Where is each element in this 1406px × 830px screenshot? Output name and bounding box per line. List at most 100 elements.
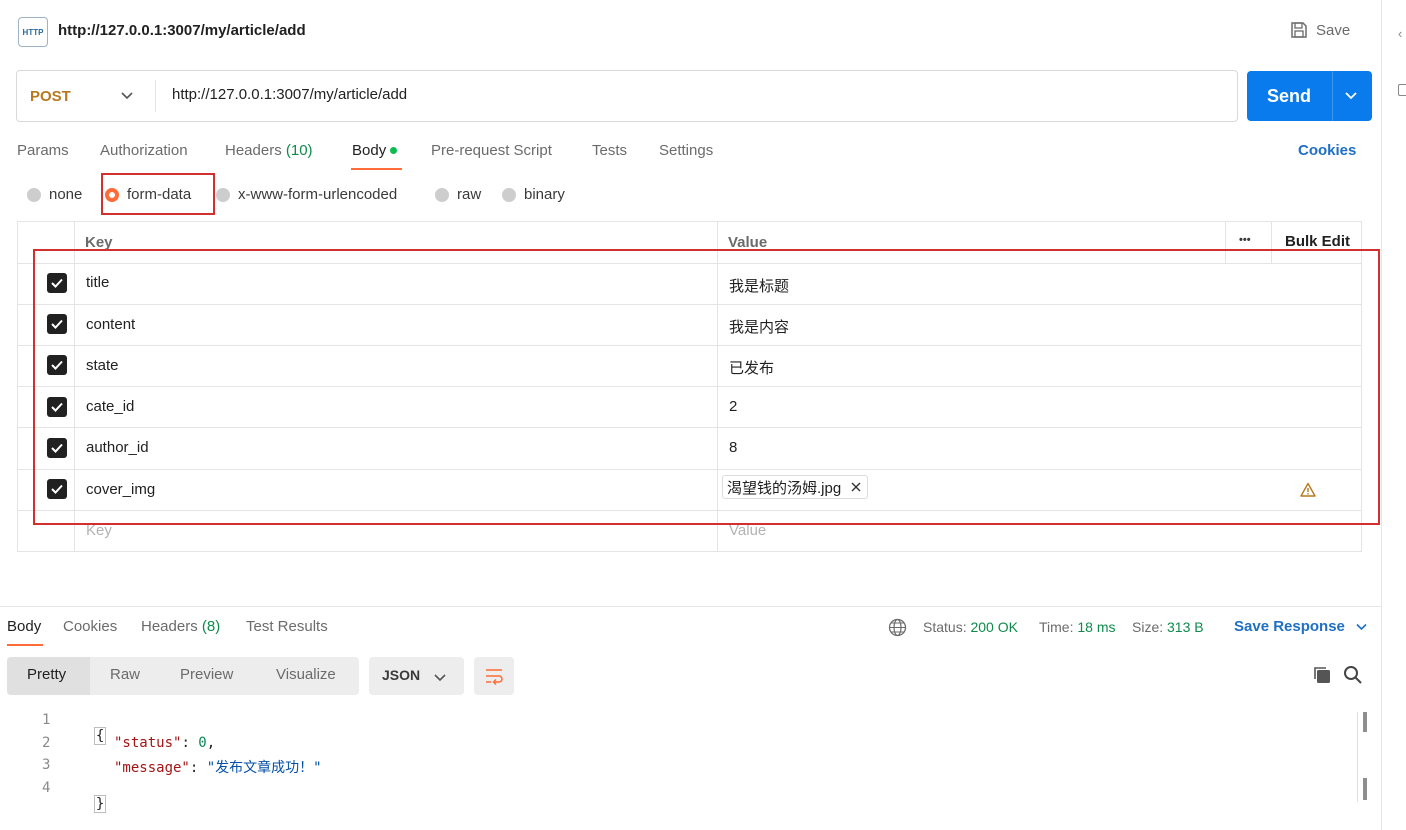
file-name: 渴望钱的汤姆.jpg: [727, 479, 842, 497]
documentation-icon[interactable]: [1398, 84, 1406, 96]
search-icon[interactable]: [1343, 665, 1363, 685]
radio-label: binary: [524, 186, 565, 203]
wrap-lines-button[interactable]: [474, 657, 514, 695]
bulk-edit-button[interactable]: Bulk Edit: [1285, 233, 1350, 250]
response-divider: [0, 606, 1381, 607]
row-divider: [18, 304, 1361, 305]
response-tab-cookies[interactable]: Cookies: [63, 618, 117, 635]
new-value-input[interactable]: Value: [729, 522, 766, 539]
right-sidebar-divider: [1381, 0, 1382, 830]
row-checkbox[interactable]: [47, 479, 67, 499]
radio-label: form-data: [127, 186, 192, 203]
response-tab-headers[interactable]: Headers (8): [141, 618, 220, 635]
response-tab-body[interactable]: Body: [7, 618, 41, 635]
view-pretty[interactable]: Pretty: [27, 666, 66, 683]
radio-form-data[interactable]: form-data: [105, 186, 191, 203]
column-divider: [1225, 222, 1226, 263]
chevron-down-icon[interactable]: [1343, 87, 1359, 103]
globe-icon[interactable]: [888, 618, 907, 637]
tab-authorization[interactable]: Authorization: [100, 142, 188, 159]
table-row: [47, 397, 67, 417]
cookies-link[interactable]: Cookies: [1298, 142, 1356, 159]
radio-label: x-www-form-urlencoded: [238, 186, 398, 203]
status-value[interactable]: 200 OK: [970, 619, 1017, 635]
row-value[interactable]: 我是内容: [729, 316, 789, 337]
checkmark-icon: [51, 278, 63, 288]
tab-headers-label: Headers: [225, 142, 282, 159]
status-label: Status:: [923, 619, 967, 635]
code-line: "status": 0,: [114, 735, 216, 751]
line-number: 1: [42, 712, 51, 728]
close-icon[interactable]: [851, 482, 861, 492]
table-row: [47, 355, 67, 375]
radio-circle-selected: [105, 187, 119, 202]
tab-params[interactable]: Params: [17, 142, 69, 159]
response-tab-test-results[interactable]: Test Results: [246, 618, 328, 635]
row-value[interactable]: 我是标题: [729, 275, 789, 296]
time-value[interactable]: 18 ms: [1077, 619, 1115, 635]
copy-icon[interactable]: [1312, 665, 1332, 685]
view-raw[interactable]: Raw: [110, 666, 140, 683]
active-tab-underline: [7, 644, 43, 646]
tab-prerequest-script[interactable]: Pre-request Script: [431, 142, 552, 159]
method-select[interactable]: POST: [30, 88, 71, 105]
radio-binary[interactable]: binary: [502, 186, 565, 203]
time-info: Time: 18 ms: [1039, 619, 1116, 635]
row-key[interactable]: content: [86, 316, 135, 333]
table-row: [47, 273, 67, 293]
send-separator: [1332, 71, 1333, 121]
row-divider: [18, 263, 1361, 264]
row-divider: [18, 469, 1361, 470]
new-key-input[interactable]: Key: [86, 522, 112, 539]
column-divider: [1271, 222, 1272, 263]
view-visualize[interactable]: Visualize: [276, 666, 336, 683]
radio-raw[interactable]: raw: [435, 186, 481, 203]
row-key[interactable]: cover_img: [86, 481, 155, 498]
row-checkbox[interactable]: [47, 355, 67, 375]
http-request-icon: HTTP: [18, 17, 48, 47]
row-key[interactable]: cate_id: [86, 398, 134, 415]
table-row: [47, 438, 67, 458]
radio-label: raw: [457, 186, 482, 203]
checkmark-icon: [51, 319, 63, 329]
row-key[interactable]: author_id: [86, 439, 149, 456]
row-checkbox[interactable]: [47, 397, 67, 417]
row-checkbox[interactable]: [47, 273, 67, 293]
radio-none[interactable]: none: [27, 186, 82, 203]
request-title[interactable]: http://127.0.0.1:3007/my/article/add: [58, 22, 306, 39]
view-preview[interactable]: Preview: [180, 666, 233, 683]
row-value[interactable]: 2: [729, 398, 737, 415]
collapse-chevron-icon[interactable]: ‹: [1398, 26, 1402, 41]
json-number: 0: [198, 735, 207, 751]
table-row: [47, 479, 67, 499]
checkmark-icon: [51, 402, 63, 412]
tab-settings[interactable]: Settings: [659, 142, 713, 159]
row-key[interactable]: title: [86, 274, 109, 291]
radio-urlencoded[interactable]: x-www-form-urlencoded: [216, 186, 397, 203]
row-checkbox[interactable]: [47, 314, 67, 334]
line-number: 4: [42, 780, 51, 796]
save-response-button[interactable]: Save Response: [1234, 618, 1368, 635]
row-key[interactable]: state: [86, 357, 119, 374]
response-tab-headers-label: Headers: [141, 618, 198, 635]
tab-tests[interactable]: Tests: [592, 142, 627, 159]
send-button[interactable]: Send: [1247, 71, 1372, 121]
size-value[interactable]: 313 B: [1167, 619, 1204, 635]
row-value[interactable]: 8: [729, 439, 737, 456]
chevron-down-icon[interactable]: [433, 670, 447, 684]
chevron-down-icon[interactable]: [120, 88, 134, 102]
scrollbar-thumb[interactable]: [1363, 712, 1367, 732]
radio-circle: [27, 187, 41, 202]
tab-body[interactable]: Body: [352, 142, 398, 159]
save-button[interactable]: Save: [1290, 21, 1350, 39]
line-number: 2: [42, 735, 51, 751]
row-value[interactable]: 已发布: [729, 357, 774, 378]
more-options-icon[interactable]: •••: [1239, 234, 1251, 246]
scrollbar-thumb[interactable]: [1363, 778, 1367, 800]
row-checkbox[interactable]: [47, 438, 67, 458]
radio-label: none: [49, 186, 83, 203]
warning-icon[interactable]: [1300, 482, 1316, 497]
file-chip[interactable]: 渴望钱的汤姆.jpg: [722, 475, 869, 499]
url-input[interactable]: http://127.0.0.1:3007/my/article/add: [172, 86, 407, 103]
tab-headers[interactable]: Headers (10): [225, 142, 313, 159]
